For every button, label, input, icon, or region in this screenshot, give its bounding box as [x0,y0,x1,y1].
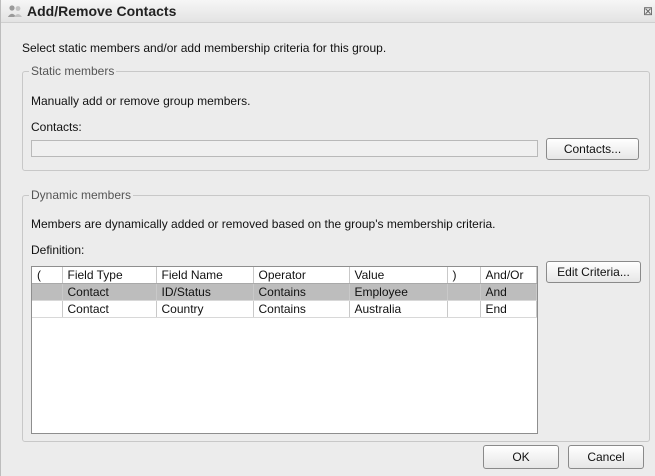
static-members-legend: Static members [31,64,115,78]
contacts-button[interactable]: Contacts... [546,138,639,160]
add-remove-contacts-dialog: Add/Remove Contacts ⊠ Select static memb… [0,0,655,476]
people-icon [7,4,23,18]
window-title: Add/Remove Contacts [27,3,177,19]
criteria-row[interactable]: Contact Country Contains Australia End [32,300,537,318]
criteria-cell [447,283,481,301]
criteria-cell: Contact [62,300,157,318]
contacts-field[interactable] [31,140,538,157]
static-members-description: Manually add or remove group members. [31,94,251,108]
criteria-cell: Contact [62,283,157,301]
criteria-cell [32,283,63,301]
criteria-cell: Australia [349,300,448,318]
criteria-cell [32,300,63,318]
criteria-cell: ID/Status [156,283,254,301]
column-header[interactable]: Value [349,267,448,284]
criteria-cell: Employee [349,283,448,301]
definition-label: Definition: [31,243,85,257]
dynamic-members-legend: Dynamic members [31,188,132,202]
column-header[interactable]: And/Or [480,267,537,284]
intro-text: Select static members and/or add members… [22,41,387,55]
criteria-cell: Contains [253,300,350,318]
title-bar: Add/Remove Contacts ⊠ [1,0,655,23]
column-header[interactable]: ( [32,267,63,284]
ok-button[interactable]: OK [483,445,559,469]
cancel-button[interactable]: Cancel [568,445,644,469]
criteria-cell: End [480,300,537,318]
column-header[interactable]: Field Type [62,267,157,284]
criteria-grid[interactable]: (Field Type Field Name Operator Value) And/O… [31,266,538,434]
contacts-label: Contacts: [31,120,82,134]
criteria-row[interactable]: Contact ID/Status Contains Employee And [32,283,537,301]
edit-criteria-button[interactable]: Edit Criteria... [546,261,641,283]
column-header[interactable]: ) [447,267,481,284]
close-icon[interactable]: ⊠ [643,4,655,18]
dynamic-members-description: Members are dynamically added or removed… [31,217,496,231]
column-header[interactable]: Field Name [156,267,254,284]
column-header[interactable]: Operator [253,267,350,284]
criteria-cell: And [480,283,537,301]
criteria-cell: Country [156,300,254,318]
criteria-header-row: (Field Type Field Name Operator Value) And/O… [32,267,537,284]
criteria-cell: Contains [253,283,350,301]
criteria-cell [447,300,481,318]
